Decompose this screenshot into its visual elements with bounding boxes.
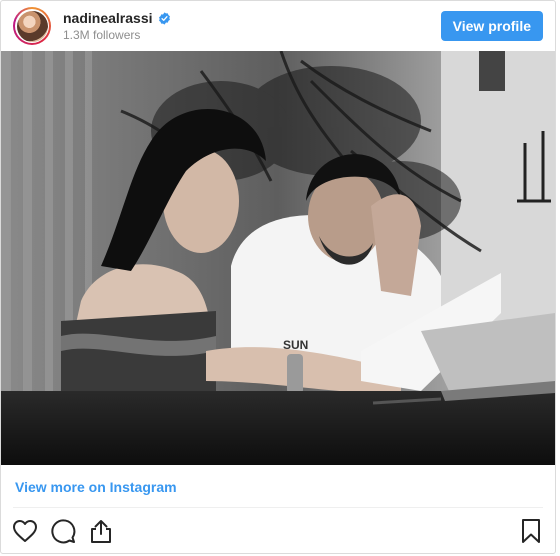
bookmark-icon — [522, 519, 540, 543]
profile-avatar-image — [16, 10, 48, 42]
comment-icon — [51, 519, 76, 544]
action-bar — [11, 515, 545, 547]
username[interactable]: nadinealrassi — [63, 10, 153, 26]
share-button[interactable] — [87, 517, 115, 545]
verified-badge-icon — [158, 11, 170, 25]
instagram-embed-card: nadinealrassi 1.3M followers View profil… — [0, 0, 556, 554]
follower-count: 1.3M followers — [63, 28, 141, 42]
post-header: nadinealrassi 1.3M followers View profil… — [1, 1, 555, 51]
like-button[interactable] — [11, 517, 39, 545]
avatar[interactable] — [13, 7, 51, 45]
view-profile-button[interactable]: View profile — [440, 11, 543, 41]
save-button[interactable] — [517, 517, 545, 545]
share-icon — [91, 520, 111, 543]
user-info: nadinealrassi 1.3M followers — [63, 10, 171, 42]
comment-button[interactable] — [49, 517, 77, 545]
photo-illustration: SUN — [1, 51, 555, 465]
view-more-link[interactable]: View more on Instagram — [15, 479, 177, 495]
post-photo[interactable]: SUN — [1, 51, 555, 465]
heart-icon — [13, 520, 37, 542]
divider — [13, 507, 543, 508]
